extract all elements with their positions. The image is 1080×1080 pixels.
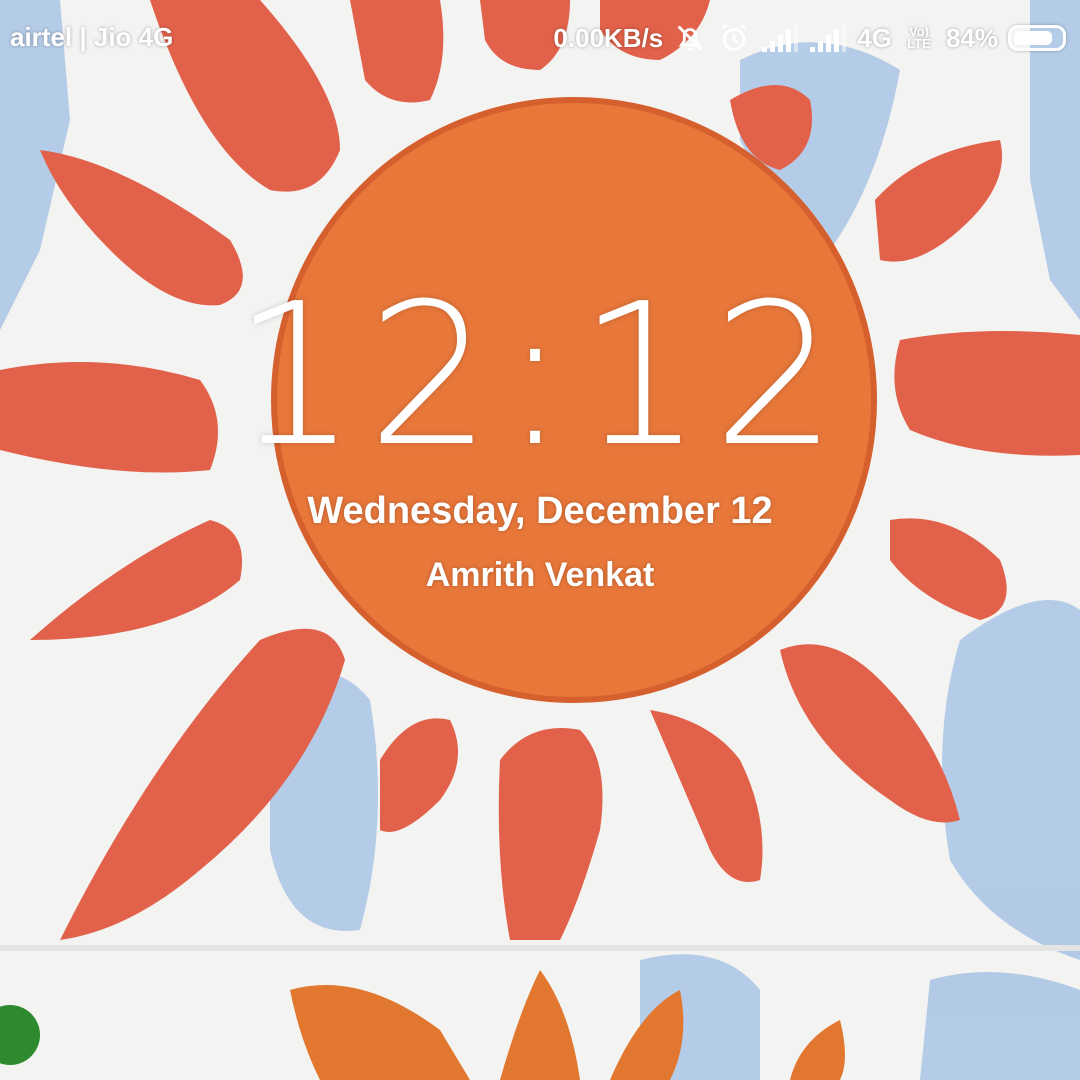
battery-fill (1014, 31, 1052, 45)
alarm-icon (717, 21, 751, 55)
net-speed-label: 0.00KB/s (553, 22, 664, 53)
volte-line2: LTE (907, 36, 931, 51)
wallpaper-sun-painting (0, 0, 1080, 1080)
lockscreen-date: Wednesday, December 12 (307, 490, 773, 532)
lockscreen-clock: 12:12 (232, 262, 848, 490)
volte-icon: Vo) LTE (902, 25, 936, 51)
carrier-label: airtel | Jio 4G (10, 22, 174, 52)
network-type-label: 4G (857, 22, 892, 53)
battery-percent: 84% (945, 22, 998, 53)
signal-icon-sim1 (761, 23, 799, 53)
battery-icon (1008, 25, 1066, 51)
bell-off-icon (673, 21, 707, 55)
status-bar: airtel | Jio 4G 0.00KB/s 4G Vo) LTE 84% (0, 0, 1080, 76)
status-icons: 0.00KB/s 4G Vo) LTE 84% (543, 18, 1066, 58)
owner-info: Amrith Venkat (425, 556, 655, 594)
signal-icon-sim2 (809, 23, 847, 53)
